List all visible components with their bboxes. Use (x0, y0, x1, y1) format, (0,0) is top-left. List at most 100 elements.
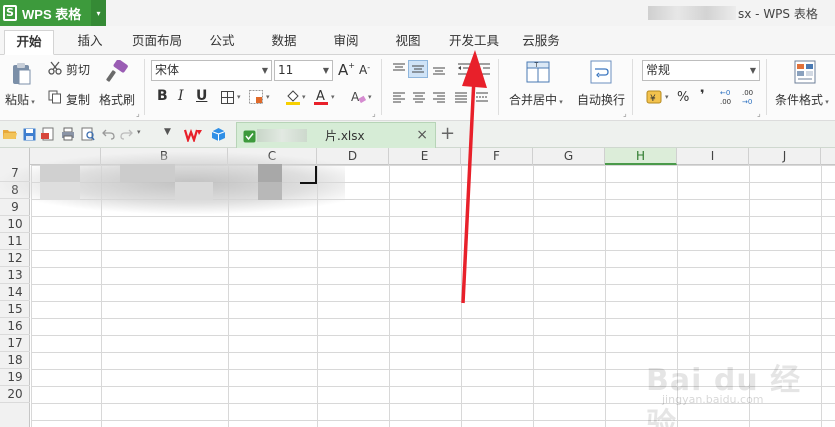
row-header[interactable]: 13 (0, 267, 30, 284)
font-name-select[interactable]: 宋体 ▼ (151, 60, 272, 81)
column-header-i[interactable]: I (677, 148, 749, 165)
copy-icon[interactable] (47, 89, 63, 105)
customize-toolbar-icon[interactable]: ▼ (164, 127, 171, 137)
align-left-icon[interactable] (390, 89, 408, 105)
redo-icon[interactable] (118, 126, 134, 142)
row-header[interactable]: 16 (0, 318, 30, 335)
svg-text:T: T (534, 62, 539, 69)
svg-text:A: A (316, 89, 325, 104)
app-menu-dropdown-icon[interactable]: ▾ (91, 0, 106, 26)
copy-button[interactable]: 复制 (66, 91, 90, 108)
comma-style-button[interactable]: ❜ (700, 88, 705, 103)
tab-home[interactable]: 开始 (4, 30, 54, 55)
cell-style-icon[interactable] (248, 89, 264, 105)
chevron-down-icon: ▼ (749, 66, 756, 75)
tab-page-layout[interactable]: 页面布局 (125, 30, 189, 55)
align-middle-icon[interactable] (408, 60, 428, 78)
align-bottom-icon[interactable] (430, 61, 448, 77)
align-center-icon[interactable] (410, 89, 428, 105)
font-color-icon[interactable]: A (312, 87, 330, 106)
tab-review[interactable]: 审阅 (324, 30, 368, 55)
column-header-g[interactable]: G (533, 148, 605, 165)
row-header[interactable]: 12 (0, 250, 30, 267)
fill-color-dropdown-icon[interactable]: ▾ (302, 93, 306, 101)
underline-button[interactable]: U (196, 88, 207, 104)
quick-access-toolbar: ▾ ▼ 片.xlsx × + (0, 121, 835, 148)
app-menu-button[interactable]: S WPS 表格 ▾ (0, 0, 106, 26)
decrease-decimal-icon[interactable]: .00 →0 (740, 87, 760, 107)
gridline (389, 165, 390, 427)
undo-icon[interactable] (100, 126, 116, 142)
conditional-format-icon[interactable] (792, 59, 818, 85)
alignment-launcher-icon[interactable]: ⌟ (623, 109, 627, 118)
row-header[interactable]: 14 (0, 284, 30, 301)
borders-icon[interactable] (219, 89, 235, 105)
font-size-select[interactable]: 11 ▼ (274, 60, 333, 81)
ribbon-home: 粘贴 ▾ 剪切 复制 格式刷 ⌟ 宋体 ▼ 11 ▼ A+ A- B I U ▾ ▾… (0, 55, 835, 121)
number-format-select[interactable]: 常规 ▼ (642, 60, 760, 81)
row-header[interactable]: 18 (0, 352, 30, 369)
decrease-font-size-icon[interactable]: A- (359, 63, 370, 77)
currency-format-icon[interactable]: ¥ (644, 88, 664, 106)
redaction-block (258, 182, 282, 200)
percent-button[interactable]: % (677, 90, 689, 105)
tab-view[interactable]: 视图 (386, 30, 430, 55)
column-header-j[interactable]: J (749, 148, 821, 165)
row-header[interactable]: 11 (0, 233, 30, 250)
tab-formulas[interactable]: 公式 (200, 30, 244, 55)
paste-icon[interactable] (8, 61, 34, 87)
row-header[interactable]: 17 (0, 335, 30, 352)
cut-button[interactable]: 剪切 (66, 61, 90, 78)
font-size-value: 11 (278, 63, 294, 77)
clear-format-dropdown-icon[interactable]: ▾ (368, 93, 372, 101)
conditional-format-button[interactable]: 条件格式 ▾ (775, 91, 829, 108)
number-format-value: 常规 (646, 63, 671, 77)
wrap-text-icon[interactable] (589, 59, 613, 85)
baidu-jingyan-watermark: Bai du 经验 jingyan.baidu.com (640, 355, 830, 427)
font-launcher-icon[interactable]: ⌟ (372, 109, 376, 118)
column-header-h[interactable]: H (605, 148, 677, 165)
print-preview-icon[interactable] (80, 126, 96, 142)
increase-decimal-icon[interactable]: ←0.00 (718, 87, 738, 107)
document-tab[interactable]: 片.xlsx × (236, 122, 436, 148)
cell-style-dropdown-icon[interactable]: ▾ (266, 93, 270, 101)
currency-dropdown-icon[interactable]: ▾ (665, 93, 669, 101)
align-top-icon[interactable] (390, 61, 408, 77)
tab-cloud-services[interactable]: 云服务 (515, 30, 567, 55)
undo-redo-dropdown-icon[interactable]: ▾ (137, 128, 141, 136)
row-header[interactable]: 15 (0, 301, 30, 318)
borders-dropdown-icon[interactable]: ▾ (237, 93, 241, 101)
gridline (605, 165, 606, 427)
format-painter-button[interactable]: 格式刷 (99, 91, 135, 108)
clear-format-icon[interactable]: A (349, 88, 367, 106)
fill-color-icon[interactable] (284, 88, 302, 106)
clipboard-launcher-icon[interactable]: ⌟ (136, 109, 140, 118)
print-icon[interactable] (60, 126, 76, 142)
save-icon[interactable] (21, 126, 37, 142)
tab-insert[interactable]: 插入 (66, 30, 114, 55)
wrap-text-button[interactable]: 自动换行 (577, 91, 625, 108)
increase-font-size-icon[interactable]: A+ (338, 61, 355, 79)
open-folder-icon[interactable] (2, 126, 18, 142)
paste-button[interactable]: 粘贴 ▾ (5, 91, 35, 108)
row-header[interactable]: 10 (0, 216, 30, 233)
row-header[interactable]: 20 (0, 386, 30, 403)
separator (766, 59, 767, 115)
cloud-docs-icon[interactable] (209, 126, 227, 143)
wps-office-home-icon[interactable] (183, 126, 203, 143)
format-painter-icon[interactable] (104, 59, 130, 85)
export-pdf-icon[interactable] (40, 126, 56, 142)
italic-button[interactable]: I (178, 88, 184, 104)
merge-center-button[interactable]: 合并居中 ▾ (509, 91, 563, 108)
bold-button[interactable]: B (157, 88, 168, 104)
scissors-icon[interactable] (47, 60, 63, 76)
align-right-icon[interactable] (430, 89, 448, 105)
svg-text:¥: ¥ (650, 94, 656, 104)
tab-data[interactable]: 数据 (262, 30, 306, 55)
conditional-format-label: 条件格式 (775, 93, 824, 107)
merge-center-icon[interactable]: T (524, 59, 552, 85)
font-color-dropdown-icon[interactable]: ▾ (331, 93, 335, 101)
close-tab-icon[interactable]: × (416, 127, 428, 143)
number-launcher-icon[interactable]: ⌟ (757, 109, 761, 118)
row-header[interactable]: 19 (0, 369, 30, 386)
